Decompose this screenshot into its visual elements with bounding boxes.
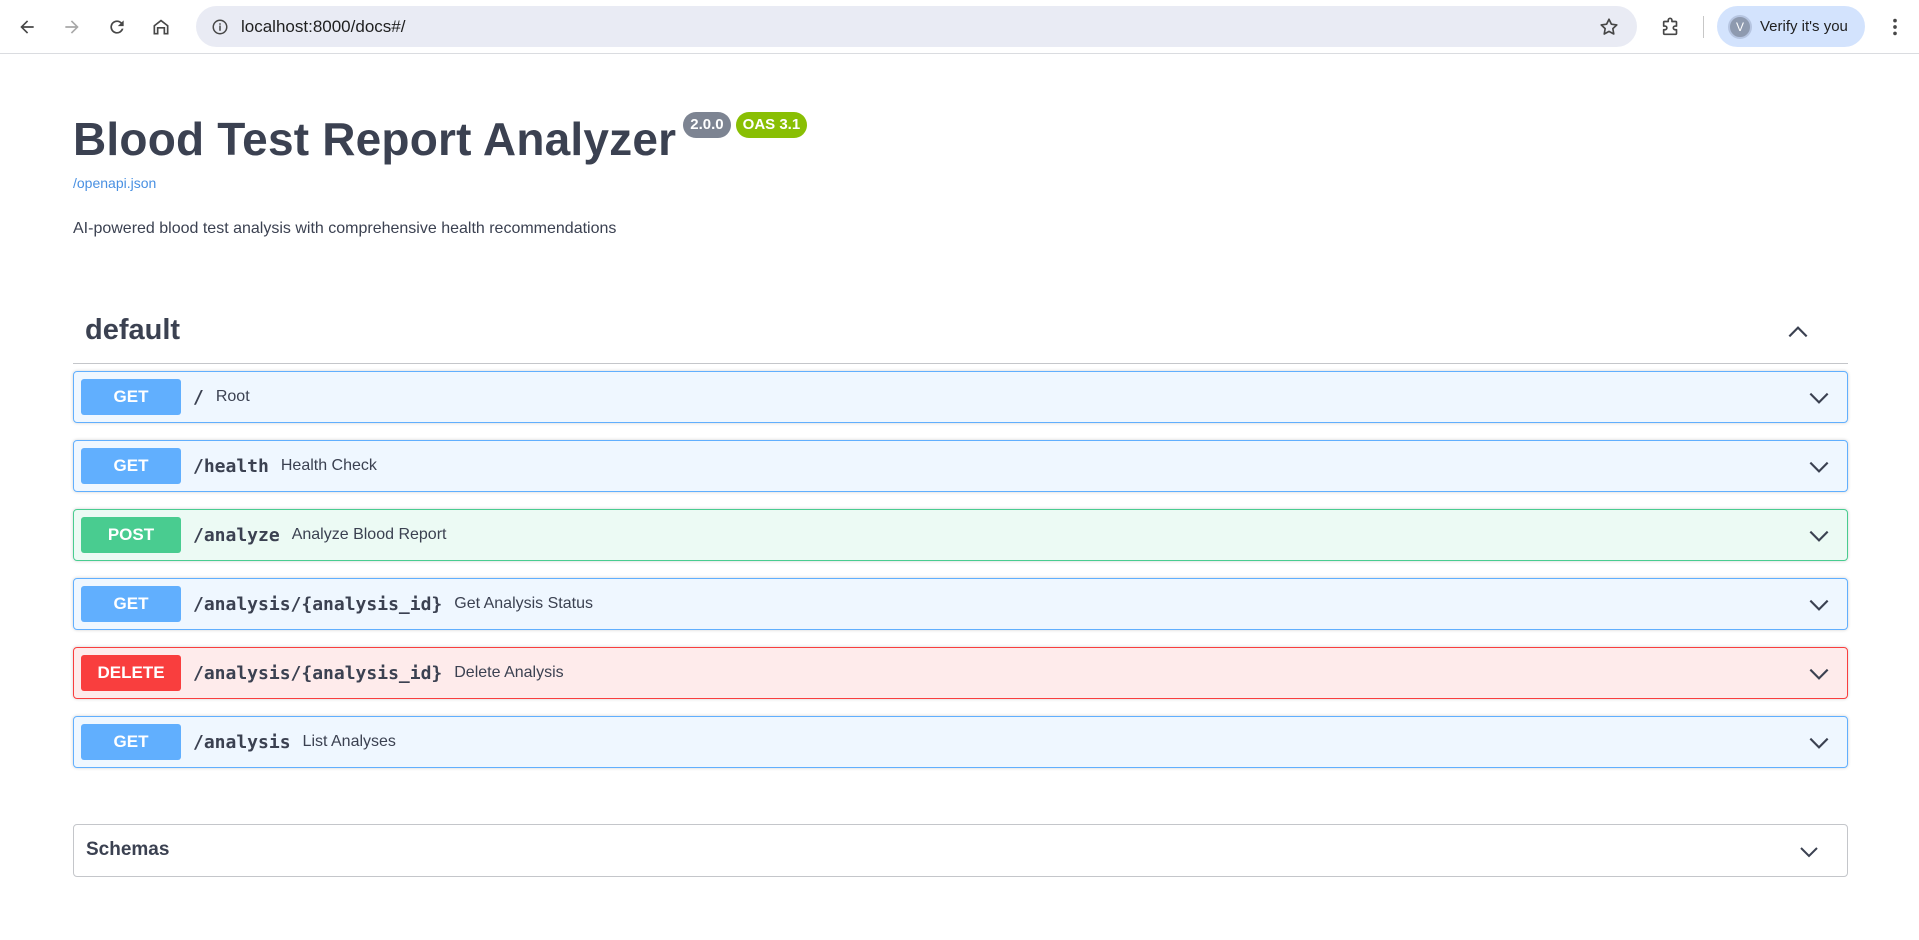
operation-summary: Get Analysis Status bbox=[454, 595, 593, 612]
site-info-button[interactable] bbox=[204, 11, 235, 42]
method-badge: GET bbox=[81, 448, 181, 484]
page-title: Blood Test Report Analyzer bbox=[73, 113, 677, 165]
method-badge: GET bbox=[81, 586, 181, 622]
home-icon bbox=[153, 19, 169, 35]
operation-path: / bbox=[193, 386, 204, 408]
method-badge: GET bbox=[81, 379, 181, 415]
operation-path: /analysis/{analysis_id} bbox=[193, 593, 443, 615]
chevron-down-icon[interactable] bbox=[1805, 729, 1833, 757]
operation-summary: Health Check bbox=[280, 457, 377, 474]
chevron-down-icon[interactable] bbox=[1805, 453, 1833, 481]
tag-name: default bbox=[85, 314, 181, 346]
bookmark-button[interactable] bbox=[1597, 15, 1621, 39]
version-badge: 2.0.0 bbox=[683, 112, 731, 138]
operation-path: /analysis bbox=[193, 731, 291, 753]
operation-summary: Root bbox=[215, 388, 250, 405]
avatar: V bbox=[1728, 14, 1752, 39]
back-button[interactable] bbox=[9, 9, 45, 45]
operation-get-root[interactable]: GET / Root bbox=[73, 371, 1848, 423]
operation-path: /analyze bbox=[193, 524, 280, 546]
operation-path: /analysis/{analysis_id} bbox=[193, 662, 443, 684]
arrow-left-icon bbox=[20, 20, 34, 34]
star-icon bbox=[1600, 18, 1618, 35]
operation-post-analyze[interactable]: POST /analyze Analyze Blood Report bbox=[73, 509, 1848, 561]
operation-get-list-analyses[interactable]: GET /analysis List Analyses bbox=[73, 716, 1848, 768]
method-badge: DELETE bbox=[81, 655, 181, 691]
browser-menu-button[interactable] bbox=[1880, 10, 1910, 44]
arrow-right-icon bbox=[65, 20, 79, 34]
chevron-down-icon[interactable] bbox=[1805, 384, 1833, 412]
home-button[interactable] bbox=[143, 9, 179, 45]
method-badge: GET bbox=[81, 724, 181, 760]
oas-badge: OAS 3.1 bbox=[735, 112, 808, 138]
operation-summary: Analyze Blood Report bbox=[291, 526, 447, 543]
operation-delete-analysis[interactable]: DELETE /analysis/{analysis_id} Delete An… bbox=[73, 647, 1848, 699]
url-text[interactable]: localhost:8000/docs#/ bbox=[241, 6, 405, 47]
method-badge: POST bbox=[81, 517, 181, 553]
operation-path: /health bbox=[193, 455, 269, 477]
chevron-up-icon bbox=[1788, 326, 1808, 338]
chevron-down-icon[interactable] bbox=[1805, 591, 1833, 619]
info-header: Blood Test Report Analyzer 2.0.0 OAS 3.1 bbox=[73, 112, 808, 165]
chevron-down-icon[interactable] bbox=[1805, 522, 1833, 550]
reload-icon bbox=[110, 20, 124, 34]
chevron-down-icon[interactable] bbox=[1805, 660, 1833, 688]
extensions-button[interactable] bbox=[1654, 10, 1688, 44]
operation-get-analysis-status[interactable]: GET /analysis/{analysis_id} Get Analysis… bbox=[73, 578, 1848, 630]
puzzle-icon bbox=[1662, 17, 1678, 36]
schemas-section[interactable]: Schemas bbox=[73, 824, 1848, 877]
collapse-tag-button[interactable] bbox=[1784, 318, 1812, 346]
profile-label: Verify it's you bbox=[1760, 18, 1848, 35]
schemas-label: Schemas bbox=[86, 839, 170, 860]
browser-toolbar: localhost:8000/docs#/ V Verify it's you bbox=[0, 0, 1919, 54]
api-description: AI-powered blood test analysis with comp… bbox=[73, 220, 617, 237]
operation-summary: List Analyses bbox=[302, 733, 396, 750]
forward-button[interactable] bbox=[54, 9, 90, 45]
operation-summary: Delete Analysis bbox=[454, 664, 564, 681]
openapi-spec-link[interactable]: /openapi.json bbox=[73, 175, 156, 191]
more-vertical-icon bbox=[1893, 18, 1897, 36]
chevron-down-icon[interactable] bbox=[1795, 838, 1823, 866]
profile-button[interactable]: V Verify it's you bbox=[1717, 6, 1865, 47]
address-bar[interactable]: localhost:8000/docs#/ bbox=[196, 6, 1637, 47]
reload-button[interactable] bbox=[99, 9, 135, 45]
toolbar-divider bbox=[1703, 16, 1704, 38]
operation-get-health[interactable]: GET /health Health Check bbox=[73, 440, 1848, 492]
info-icon bbox=[212, 19, 227, 34]
tag-section-header[interactable]: default bbox=[73, 302, 1848, 364]
